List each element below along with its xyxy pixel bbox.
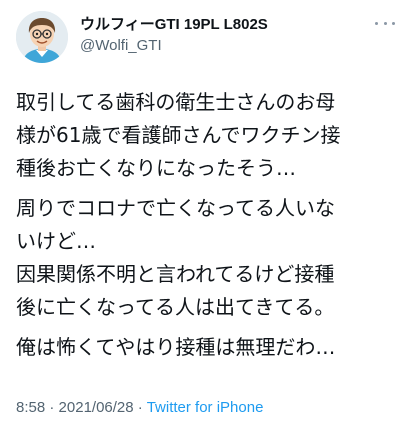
avatar[interactable] xyxy=(16,11,68,63)
tweet: ウルフィーGTI 19PL L802S @Wolfi_GTI 取引してる歯科の衛… xyxy=(0,0,409,429)
tweet-text: 取引してる歯科の衛生士さんのお母 様が61歳で看護師さんでワクチン接 種後お亡く… xyxy=(16,86,402,364)
cartoon-avatar-icon xyxy=(16,11,68,63)
tweet-time[interactable]: 8:58 xyxy=(16,399,45,416)
tweet-line: 後に亡くなってる人は出てきてる。 xyxy=(16,295,335,319)
user-handle[interactable]: @Wolfi_GTI xyxy=(80,37,268,55)
more-dots-icon[interactable] xyxy=(375,18,395,28)
tweet-line: 俺は怖くてやはり接種は無理だわ… xyxy=(16,335,336,359)
tweet-source-link[interactable]: Twitter for iPhone xyxy=(147,399,264,416)
tweet-line: 種後お亡くなりになったそう… xyxy=(16,156,296,180)
tweet-line: 取引してる歯科の衛生士さんのお母 xyxy=(16,90,336,114)
tweet-line: 因果関係不明と言われてるけど接種 xyxy=(16,262,335,286)
meta-separator: · xyxy=(133,399,147,416)
tweet-line: いけど… xyxy=(16,229,96,253)
display-name[interactable]: ウルフィーGTI 19PL L802S xyxy=(80,16,268,34)
meta-separator: · xyxy=(45,399,59,416)
user-names: ウルフィーGTI 19PL L802S @Wolfi_GTI xyxy=(80,16,268,55)
tweet-line: 周りでコロナで亡くなってる人いな xyxy=(16,196,335,220)
tweet-meta: 8:58 · 2021/06/28 · Twitter for iPhone xyxy=(16,398,263,418)
tweet-date[interactable]: 2021/06/28 xyxy=(59,399,134,416)
tweet-line: 様が61歳で看護師さんでワクチン接 xyxy=(16,123,341,147)
